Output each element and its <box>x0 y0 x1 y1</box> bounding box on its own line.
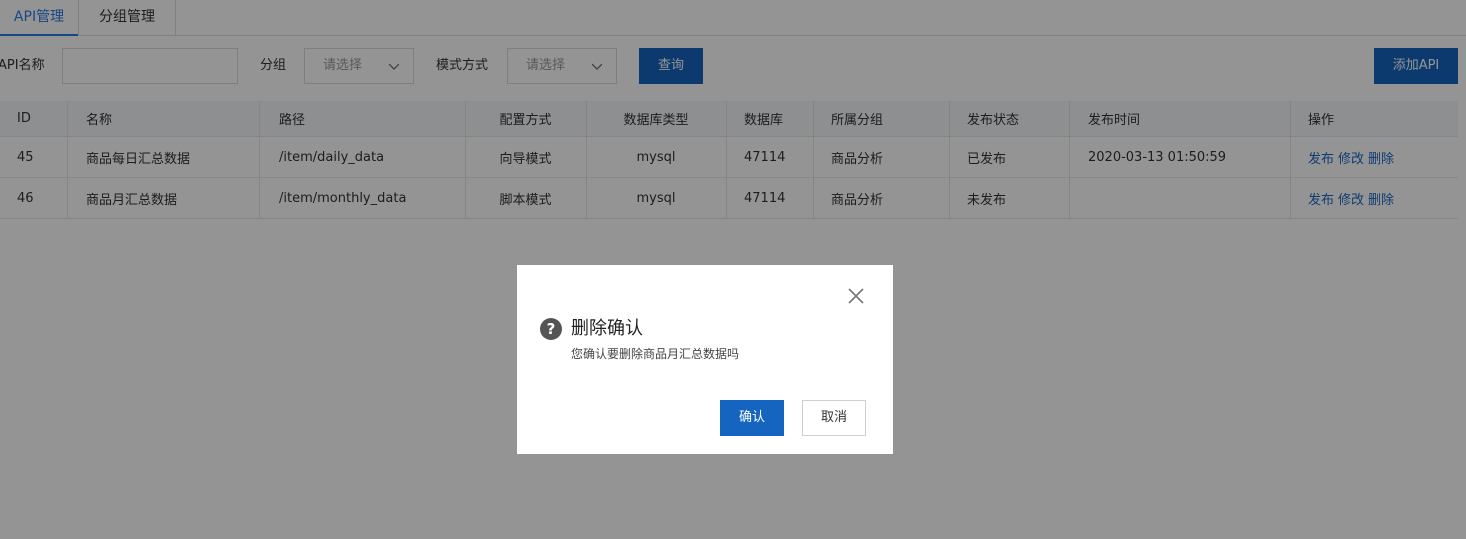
cancel-button[interactable]: 取消 <box>802 400 866 436</box>
delete-confirm-dialog: ? 删除确认 您确认要删除商品月汇总数据吗 确认 取消 <box>517 265 893 454</box>
dialog-message: 您确认要删除商品月汇总数据吗 <box>571 347 740 361</box>
close-icon[interactable] <box>847 287 865 305</box>
confirm-button[interactable]: 确认 <box>720 400 784 436</box>
dialog-title: 删除确认 <box>571 318 643 339</box>
question-icon: ? <box>540 318 562 340</box>
